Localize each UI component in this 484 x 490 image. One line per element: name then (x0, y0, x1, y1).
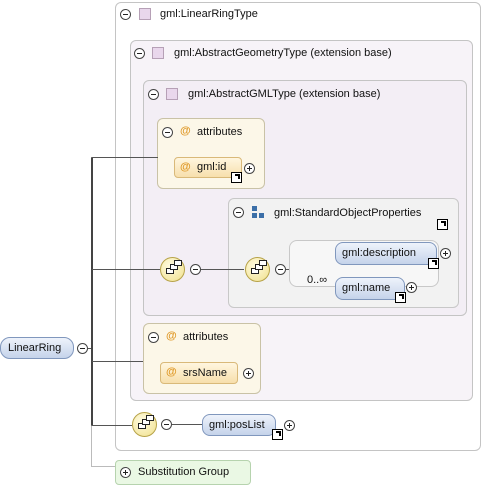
attributes-label: attributes (183, 331, 229, 343)
attribute-srsname-label: srsName (183, 367, 228, 379)
attribute-gml-id-label: gml:id (197, 161, 227, 173)
substitution-group-label: Substitution Group (138, 466, 230, 478)
element-gml-description-expand-toggle[interactable] (440, 248, 451, 259)
element-gml-poslist-label: gml:posList (209, 419, 265, 431)
abstract-gml-type-label: gml:AbstractGMLType (extension base) (188, 88, 381, 100)
name-cardinality: 0..∞ (307, 274, 328, 286)
jump-link-icon[interactable] (395, 292, 406, 303)
element-gml-name-label: gml:name (342, 282, 391, 294)
jump-link-icon[interactable] (428, 258, 439, 269)
connector-line (92, 361, 143, 362)
connector-line (92, 425, 132, 426)
attributes-label: attributes (197, 126, 243, 138)
connector-line (201, 269, 244, 270)
linear-ring-type-collapse-toggle[interactable] (120, 9, 131, 20)
connector-line (91, 466, 115, 467)
group-icon (252, 206, 265, 219)
attribute-at-icon: @ (166, 366, 177, 378)
complex-type-icon (139, 8, 151, 20)
element-gml-description-label: gml:description (342, 247, 416, 259)
attribute-srsname-expand-toggle[interactable] (243, 368, 254, 379)
complex-type-icon (166, 88, 178, 100)
connector-line (91, 426, 92, 466)
connector-line (92, 157, 158, 158)
sequence-collapse-toggle[interactable] (275, 264, 286, 275)
attribute-at-icon: @ (180, 161, 191, 173)
connector-line (91, 157, 93, 426)
sequence-collapse-toggle[interactable] (161, 419, 172, 430)
element-gml-name-expand-toggle[interactable] (406, 282, 417, 293)
attributes-collapse-toggle[interactable] (162, 127, 173, 138)
attributes-collapse-toggle[interactable] (148, 332, 159, 343)
standard-object-properties-label: gml:StandardObjectProperties (274, 207, 422, 219)
substitution-group-expand-toggle[interactable] (120, 467, 131, 478)
abstract-gml-type-collapse-toggle[interactable] (148, 89, 159, 100)
jump-link-icon[interactable] (231, 172, 242, 183)
jump-link-icon[interactable] (437, 219, 448, 230)
jump-link-icon[interactable] (272, 429, 283, 440)
connector-line (172, 424, 202, 425)
sequence-compositor-icon[interactable] (160, 257, 185, 282)
abstract-geometry-type-collapse-toggle[interactable] (134, 48, 145, 59)
sequence-collapse-toggle[interactable] (190, 264, 201, 275)
connector-line (92, 269, 160, 270)
attribute-at-icon: @ (166, 330, 177, 342)
element-gml-poslist-expand-toggle[interactable] (284, 420, 295, 431)
connector-line (286, 269, 289, 270)
attribute-at-icon: @ (180, 125, 191, 137)
linear-ring-type-label: gml:LinearRingType (160, 8, 258, 20)
attribute-gml-id-expand-toggle[interactable] (244, 163, 255, 174)
connector-line (88, 348, 91, 349)
abstract-geometry-type-label: gml:AbstractGeometryType (extension base… (174, 47, 392, 59)
sequence-compositor-icon[interactable] (132, 412, 157, 437)
root-element-label: LinearRing (8, 342, 62, 354)
sequence-compositor-icon[interactable] (245, 257, 270, 282)
root-element-collapse-toggle[interactable] (77, 343, 88, 354)
complex-type-icon (152, 47, 164, 59)
standard-object-properties-collapse-toggle[interactable] (233, 207, 244, 218)
